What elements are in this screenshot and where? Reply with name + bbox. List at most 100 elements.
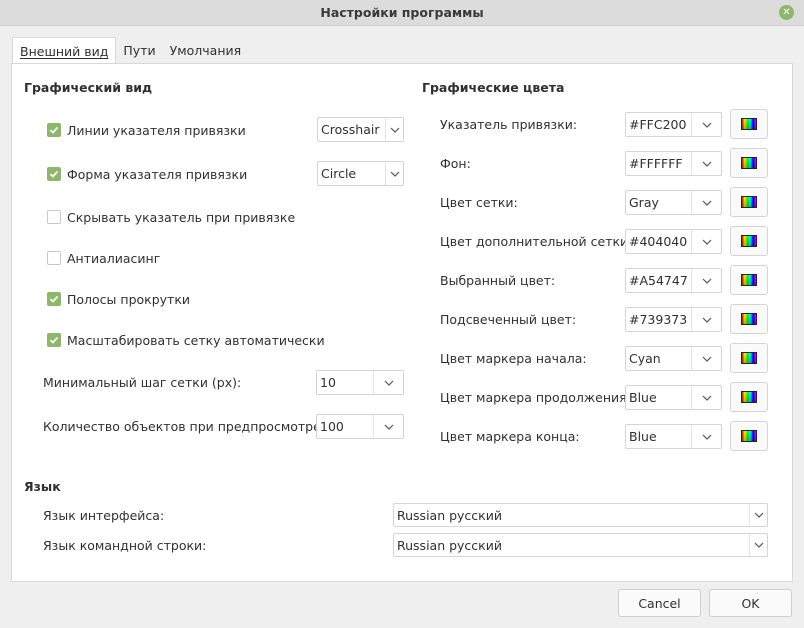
selected-color-label: Выбранный цвет: <box>440 273 556 288</box>
grid-color-select[interactable]: Gray <box>625 190 722 215</box>
extra-grid-color-value: #404040 <box>629 234 688 249</box>
close-icon[interactable]: ✕ <box>779 5 794 20</box>
background-color-value: #FFFFFF <box>629 156 683 171</box>
tab-bar: Внешний вид Пути Умолчания <box>12 37 248 64</box>
title-bar: Настройки программы ✕ <box>0 0 804 26</box>
antialiasing-row[interactable]: Антиалиасинг <box>47 248 160 268</box>
hide-snap-checkbox[interactable] <box>47 210 61 224</box>
grid-color-label: Цвет сетки: <box>440 195 518 210</box>
checkmark-icon <box>49 170 59 178</box>
snap-shape-value: Circle <box>321 166 357 181</box>
background-color-select[interactable]: #FFFFFF <box>625 151 722 176</box>
start-marker-color-value: Cyan <box>629 351 661 366</box>
cancel-button[interactable]: Cancel <box>618 589 701 617</box>
color-palette-icon <box>741 391 757 403</box>
highlighted-color-picker-button[interactable] <box>730 304 768 334</box>
chevron-down-icon[interactable] <box>749 504 767 526</box>
extra-grid-color-select[interactable]: #404040 <box>625 229 722 254</box>
color-palette-icon <box>741 313 757 325</box>
window-title: Настройки программы <box>320 5 484 20</box>
settings-panel: Графический вид Линии указателя привязки… <box>11 63 793 582</box>
hide-snap-row[interactable]: Скрывать указатель при привязке <box>47 207 295 227</box>
auto-scale-grid-checkbox[interactable] <box>47 333 61 347</box>
snap-shape-select[interactable]: Circle <box>317 161 404 186</box>
chevron-down-icon[interactable] <box>691 308 721 331</box>
snap-shape-row[interactable]: Форма указателя привязки <box>47 164 247 184</box>
selected-color-value: #A54747 <box>629 273 688 288</box>
graphic-colors-title: Графические цвета <box>422 80 565 95</box>
chevron-down-icon[interactable] <box>385 118 403 141</box>
checkmark-icon <box>49 126 59 134</box>
background-color-picker-button[interactable] <box>730 148 768 178</box>
color-palette-icon <box>741 274 757 286</box>
snap-shape-checkbox[interactable] <box>47 167 61 181</box>
chevron-down-icon[interactable] <box>691 347 721 370</box>
color-palette-icon <box>741 235 757 247</box>
chevron-down-icon[interactable] <box>373 415 403 438</box>
min-grid-step-select[interactable]: 10 <box>316 370 404 395</box>
snap-pointer-color-picker-button[interactable] <box>730 109 768 139</box>
chevron-down-icon[interactable] <box>749 534 767 556</box>
tab-appearance[interactable]: Внешний вид <box>12 37 117 64</box>
snap-lines-row[interactable]: Линии указателя привязки <box>47 120 246 140</box>
chevron-down-icon[interactable] <box>373 371 403 394</box>
end-marker-color-value: Blue <box>629 429 657 444</box>
min-grid-step-value: 10 <box>320 375 336 390</box>
start-marker-color-label: Цвет маркера начала: <box>440 351 587 366</box>
start-marker-color-select[interactable]: Cyan <box>625 346 722 371</box>
scrollbars-checkbox[interactable] <box>47 292 61 306</box>
antialiasing-label: Антиалиасинг <box>67 250 161 266</box>
end-marker-color-picker-button[interactable] <box>730 421 768 451</box>
snap-lines-checkbox[interactable] <box>47 123 61 137</box>
snap-lines-value: Crosshair <box>321 122 380 137</box>
auto-scale-grid-row[interactable]: Масштабировать сетку автоматически <box>47 330 325 350</box>
min-grid-step-label: Минимальный шаг сетки (px): <box>43 375 242 390</box>
continue-marker-color-label: Цвет маркера продолжения: <box>440 390 631 405</box>
selected-color-select[interactable]: #A54747 <box>625 268 722 293</box>
chevron-down-icon[interactable] <box>691 113 721 136</box>
graphic-view-title: Графический вид <box>24 80 153 95</box>
interface-language-label: Язык интерфейса: <box>43 508 165 523</box>
snap-lines-label: Линии указателя привязки <box>67 122 246 138</box>
start-marker-color-picker-button[interactable] <box>730 343 768 373</box>
chevron-down-icon[interactable] <box>691 386 721 409</box>
color-palette-icon <box>741 352 757 364</box>
extra-grid-color-picker-button[interactable] <box>730 226 768 256</box>
chevron-down-icon[interactable] <box>691 425 721 448</box>
command-line-language-value: Russian русский <box>397 537 502 553</box>
preview-count-value: 100 <box>320 419 344 434</box>
chevron-down-icon[interactable] <box>385 162 403 185</box>
auto-scale-grid-label: Масштабировать сетку автоматически <box>67 332 325 348</box>
interface-language-value: Russian русский <box>397 507 502 523</box>
grid-color-value: Gray <box>629 195 659 210</box>
color-palette-icon <box>741 196 757 208</box>
continue-marker-color-picker-button[interactable] <box>730 382 768 412</box>
selected-color-picker-button[interactable] <box>730 265 768 295</box>
chevron-down-icon[interactable] <box>691 152 721 175</box>
end-marker-color-label: Цвет маркера конца: <box>440 429 580 444</box>
scrollbars-label: Полосы прокрутки <box>67 291 190 307</box>
checkmark-icon <box>49 336 59 344</box>
command-line-language-select[interactable]: Russian русский <box>393 533 768 557</box>
snap-lines-select[interactable]: Crosshair <box>317 117 404 142</box>
chevron-down-icon[interactable] <box>691 269 721 292</box>
chevron-down-icon[interactable] <box>691 191 721 214</box>
highlighted-color-value: #739373 <box>629 312 688 327</box>
continue-marker-color-select[interactable]: Blue <box>625 385 722 410</box>
end-marker-color-select[interactable]: Blue <box>625 424 722 449</box>
tab-paths[interactable]: Пути <box>116 37 162 64</box>
preview-count-select[interactable]: 100 <box>316 414 404 439</box>
interface-language-select[interactable]: Russian русский <box>393 503 768 527</box>
grid-color-picker-button[interactable] <box>730 187 768 217</box>
snap-pointer-color-select[interactable]: #FFC200 <box>625 112 722 137</box>
antialiasing-checkbox[interactable] <box>47 251 61 265</box>
scrollbars-row[interactable]: Полосы прокрутки <box>47 289 190 309</box>
snap-pointer-color-value: #FFC200 <box>629 117 687 132</box>
command-line-language-label: Язык командной строки: <box>43 538 207 553</box>
tab-defaults[interactable]: Умолчания <box>163 37 249 64</box>
ok-button[interactable]: OK <box>709 589 792 617</box>
highlighted-color-select[interactable]: #739373 <box>625 307 722 332</box>
chevron-down-icon[interactable] <box>691 230 721 253</box>
checkmark-icon <box>49 295 59 303</box>
extra-grid-color-label: Цвет дополнительной сетки: <box>440 234 633 249</box>
